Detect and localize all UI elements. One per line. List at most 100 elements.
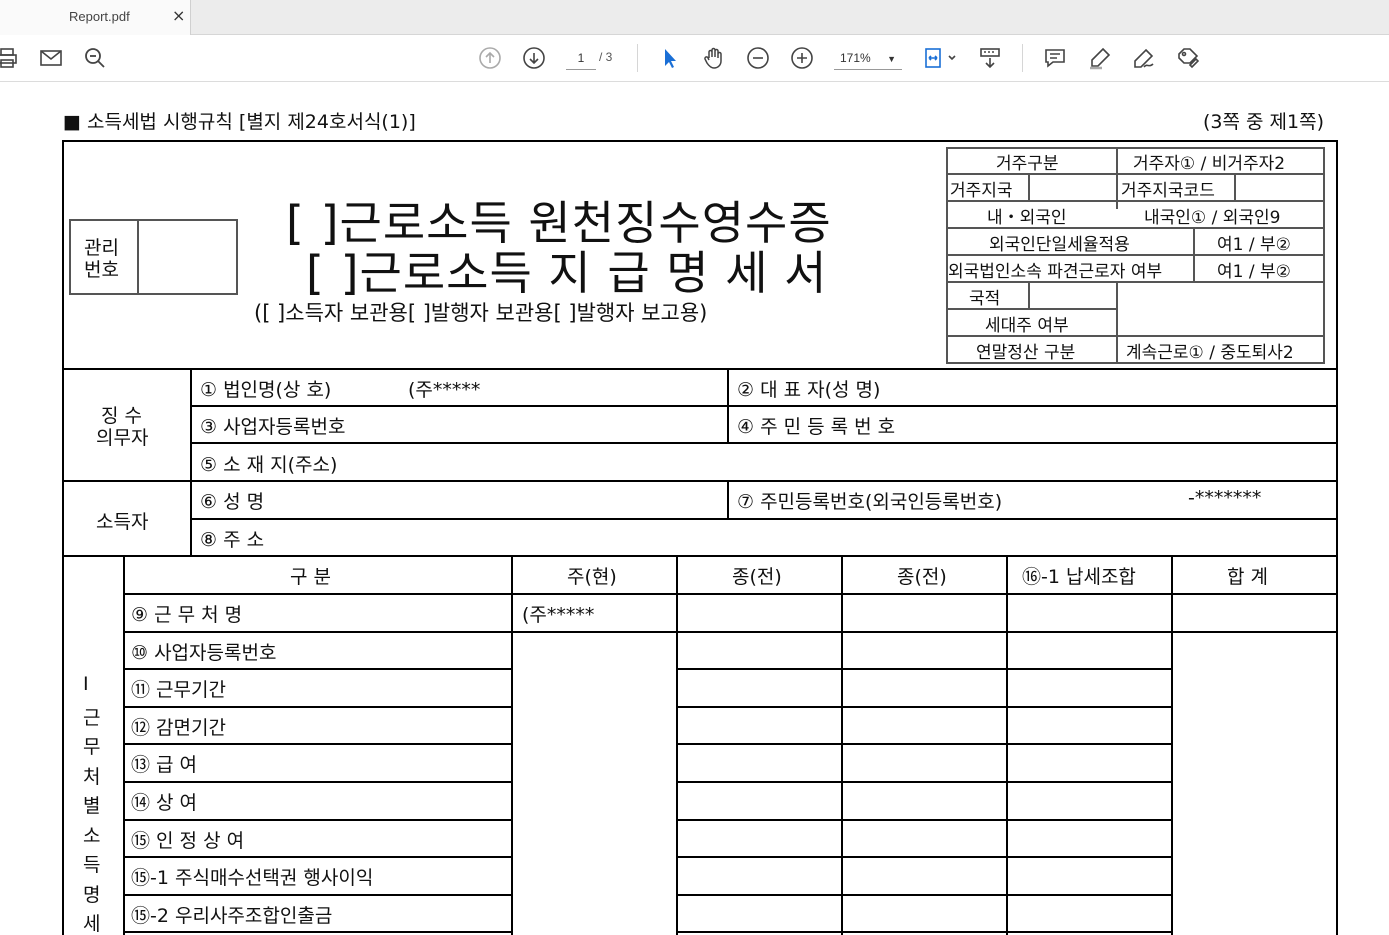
page-number-input[interactable]: 1 — [566, 48, 596, 70]
highlight-icon[interactable] — [1087, 45, 1113, 71]
earner-section-label: 소득자 — [96, 511, 149, 533]
comment-icon[interactable] — [1042, 45, 1068, 71]
form-title-2: [ ]근로소득 지 급 명 세 서 — [306, 246, 828, 300]
row-line — [190, 405, 1338, 407]
residency-value: 거주자① / 비거주자2 — [1133, 154, 1286, 174]
toolbar-divider — [637, 44, 638, 72]
flat-tax-label: 외국인단일세율적용 — [989, 235, 1130, 255]
section-line — [62, 368, 1338, 370]
nationality-type-value: 내국인① / 외국인9 — [1144, 208, 1281, 228]
business-number-label: ③ 사업자등록번호 — [200, 416, 346, 438]
fit-page-icon[interactable] — [922, 45, 960, 71]
zoom-level-value: 171% — [840, 51, 871, 65]
pdf-page: ■ 소득세법 시행규칙 [별지 제24호서식(1)] (3쪽 중 제1쪽) 관리… — [0, 83, 1389, 935]
detail-row-label: ⑩ 사업자등록번호 — [131, 641, 277, 664]
tab-bar: Report.pdf × — [0, 0, 1389, 35]
form-border-top — [62, 140, 1338, 142]
detail-row-label: ⑬ 급 여 — [131, 754, 198, 777]
print-icon[interactable] — [0, 45, 20, 71]
col-line — [841, 557, 843, 935]
detail-row-label: ⑮ 인 정 상 여 — [131, 829, 245, 852]
vertical-label-char: 득 — [83, 854, 101, 876]
current-column-merged-cell — [513, 633, 676, 935]
vertical-label-char: 별 — [83, 795, 101, 817]
row-line — [190, 442, 1338, 444]
management-divider — [137, 221, 139, 293]
vertical-label-char: 무 — [83, 736, 101, 758]
toolbar-divider — [1022, 44, 1023, 72]
dispatched-label: 외국법인소속 파견근로자 여부 — [948, 262, 1163, 282]
detail-header-category: 구 분 — [290, 566, 331, 588]
section-line — [62, 480, 1338, 482]
hand-icon[interactable] — [701, 45, 727, 71]
household-label: 세대주 여부 — [985, 316, 1069, 336]
page-total: / 3 — [599, 50, 613, 64]
form-header-left: ■ 소득세법 시행규칙 [별지 제24호서식(1)] — [63, 111, 416, 133]
flat-tax-value: 여1 / 부② — [1217, 235, 1291, 255]
detail-header-previous-1: 종(전) — [732, 566, 782, 588]
col-line — [1234, 175, 1236, 201]
form-border-left — [62, 140, 64, 935]
col-line — [123, 557, 125, 935]
payer-section-label-2: 의무자 — [96, 427, 149, 449]
chevron-down-icon: ▼ — [887, 54, 896, 64]
document-tab[interactable]: Report.pdf × — [0, 0, 191, 35]
page-down-icon[interactable] — [521, 45, 547, 71]
management-label-2: 번호 — [84, 259, 119, 281]
col-line — [727, 482, 729, 519]
col-line — [676, 557, 678, 935]
col-line — [1028, 283, 1030, 309]
section-line — [62, 555, 1338, 557]
zoom-in-icon[interactable] — [789, 45, 815, 71]
zoom-out-icon[interactable] — [745, 45, 771, 71]
col-line — [1193, 229, 1195, 281]
representative-label: ② 대 표 자(성 명) — [737, 379, 881, 401]
region-code-label: 거주지국코드 — [1121, 181, 1215, 201]
select-cursor-icon[interactable] — [657, 45, 683, 71]
row-line — [123, 631, 1338, 633]
sign-icon[interactable] — [1131, 45, 1157, 71]
row-line — [190, 518, 1338, 520]
detail-row-label: ⑮-2 우리사주조합인출금 — [131, 904, 333, 927]
detail-header-previous-2: 종(전) — [897, 566, 947, 588]
form-border-right — [1336, 140, 1338, 935]
tab-title: Report.pdf — [69, 9, 130, 24]
col-line — [1116, 283, 1118, 362]
resident-number-label: ④ 주 민 등 록 번 호 — [737, 416, 896, 438]
page-up-icon[interactable] — [477, 45, 503, 71]
pdf-toolbar: 1 / 3 171% ▼ — [0, 35, 1389, 82]
close-tab-icon[interactable]: × — [172, 6, 185, 25]
corp-name-label: ① 법인명(상 호) — [200, 379, 332, 401]
form-subtitle: ([ ]소득자 보관용[ ]발행자 보관용[ ]발행자 보고용) — [254, 301, 708, 325]
payer-address-label: ⑤ 소 재 지(주소) — [200, 454, 338, 476]
vertical-label-char: 세 — [83, 913, 101, 935]
detail-row-label: ⑭ 상 여 — [131, 792, 198, 814]
scroll-mode-icon[interactable] — [977, 45, 1003, 71]
settlement-value: 계속근로① / 중도퇴사2 — [1126, 343, 1294, 363]
detail-header-tax-union: ⑯-1 납세조합 — [1022, 566, 1136, 588]
residency-label: 거주구분 — [996, 154, 1059, 174]
vertical-label-char: 처 — [83, 765, 101, 788]
email-icon[interactable] — [38, 45, 64, 71]
nationality-type-label: 내・외국인 — [987, 208, 1067, 228]
corp-name-value: (주***** — [408, 379, 481, 401]
vertical-label-char: 근 — [83, 706, 101, 729]
earner-address-label: ⑧ 주 소 — [200, 529, 265, 551]
earner-name-label: ⑥ 성 명 — [200, 491, 265, 513]
fill-sign-icon[interactable] — [1175, 45, 1201, 71]
vertical-label-char: 소 — [83, 824, 101, 847]
detail-header-current: 주(현) — [567, 566, 617, 588]
vertical-label-char: Ⅰ — [83, 673, 89, 695]
earner-id-label: ⑦ 주민등록번호(외국인등록번호) — [737, 491, 1003, 513]
zoom-level-select[interactable]: 171% ▼ — [834, 48, 902, 70]
detail-row-label: ⑮-1 주식매수선택권 행사이익 — [131, 867, 374, 890]
vertical-label-char: 명 — [83, 883, 101, 906]
country-label: 국적 — [969, 289, 1001, 309]
col-line — [1116, 149, 1118, 209]
region-label: 거주지국 — [950, 181, 1013, 201]
search-icon[interactable] — [82, 45, 108, 71]
settlement-label: 연말정산 구분 — [976, 343, 1076, 363]
detail-row-label: ⑫ 감면기간 — [131, 716, 226, 739]
detail-row-label: ⑨ 근 무 처 명 — [131, 604, 243, 626]
dispatched-value: 여1 / 부② — [1217, 262, 1291, 282]
